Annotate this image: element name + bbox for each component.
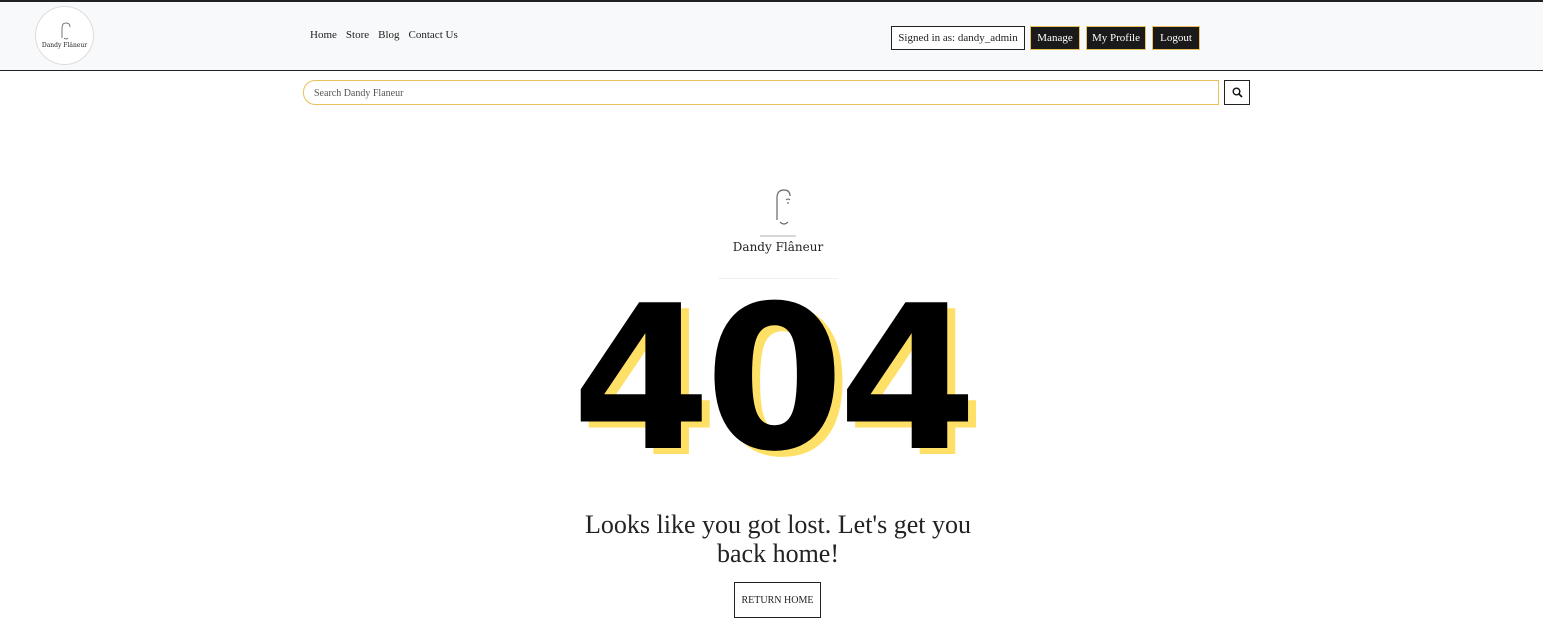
return-home-button[interactable]: RETURN HOME xyxy=(734,582,821,618)
search-button[interactable] xyxy=(1224,80,1250,105)
site-header: Dandy Flâneur Home Store Blog Contact Us… xyxy=(0,2,1543,71)
manage-button[interactable]: Manage xyxy=(1030,26,1080,50)
search-icon xyxy=(1232,87,1243,98)
nav-home[interactable]: Home xyxy=(310,29,337,41)
nav-store[interactable]: Store xyxy=(346,29,369,41)
brand-text: Dandy Flâneur xyxy=(732,240,824,254)
error-message: Looks like you got lost. Let's get you b… xyxy=(585,510,971,568)
signed-in-status: Signed in as: dandy_admin xyxy=(891,26,1025,50)
my-profile-button[interactable]: My Profile xyxy=(1086,26,1146,50)
nav-blog[interactable]: Blog xyxy=(378,29,399,41)
search-input[interactable] xyxy=(304,82,1218,105)
main-nav: Home Store Blog Contact Us xyxy=(310,29,458,41)
brand-figure-icon xyxy=(760,189,796,237)
search-bar xyxy=(303,80,1219,105)
logo-text: Dandy Flâneur xyxy=(41,42,88,49)
logo-figure-icon xyxy=(61,22,70,40)
nav-contact-us[interactable]: Contact Us xyxy=(409,29,458,41)
error-code: 404 xyxy=(571,263,977,496)
site-logo[interactable]: Dandy Flâneur xyxy=(35,6,94,65)
logout-button[interactable]: Logout xyxy=(1152,26,1200,50)
